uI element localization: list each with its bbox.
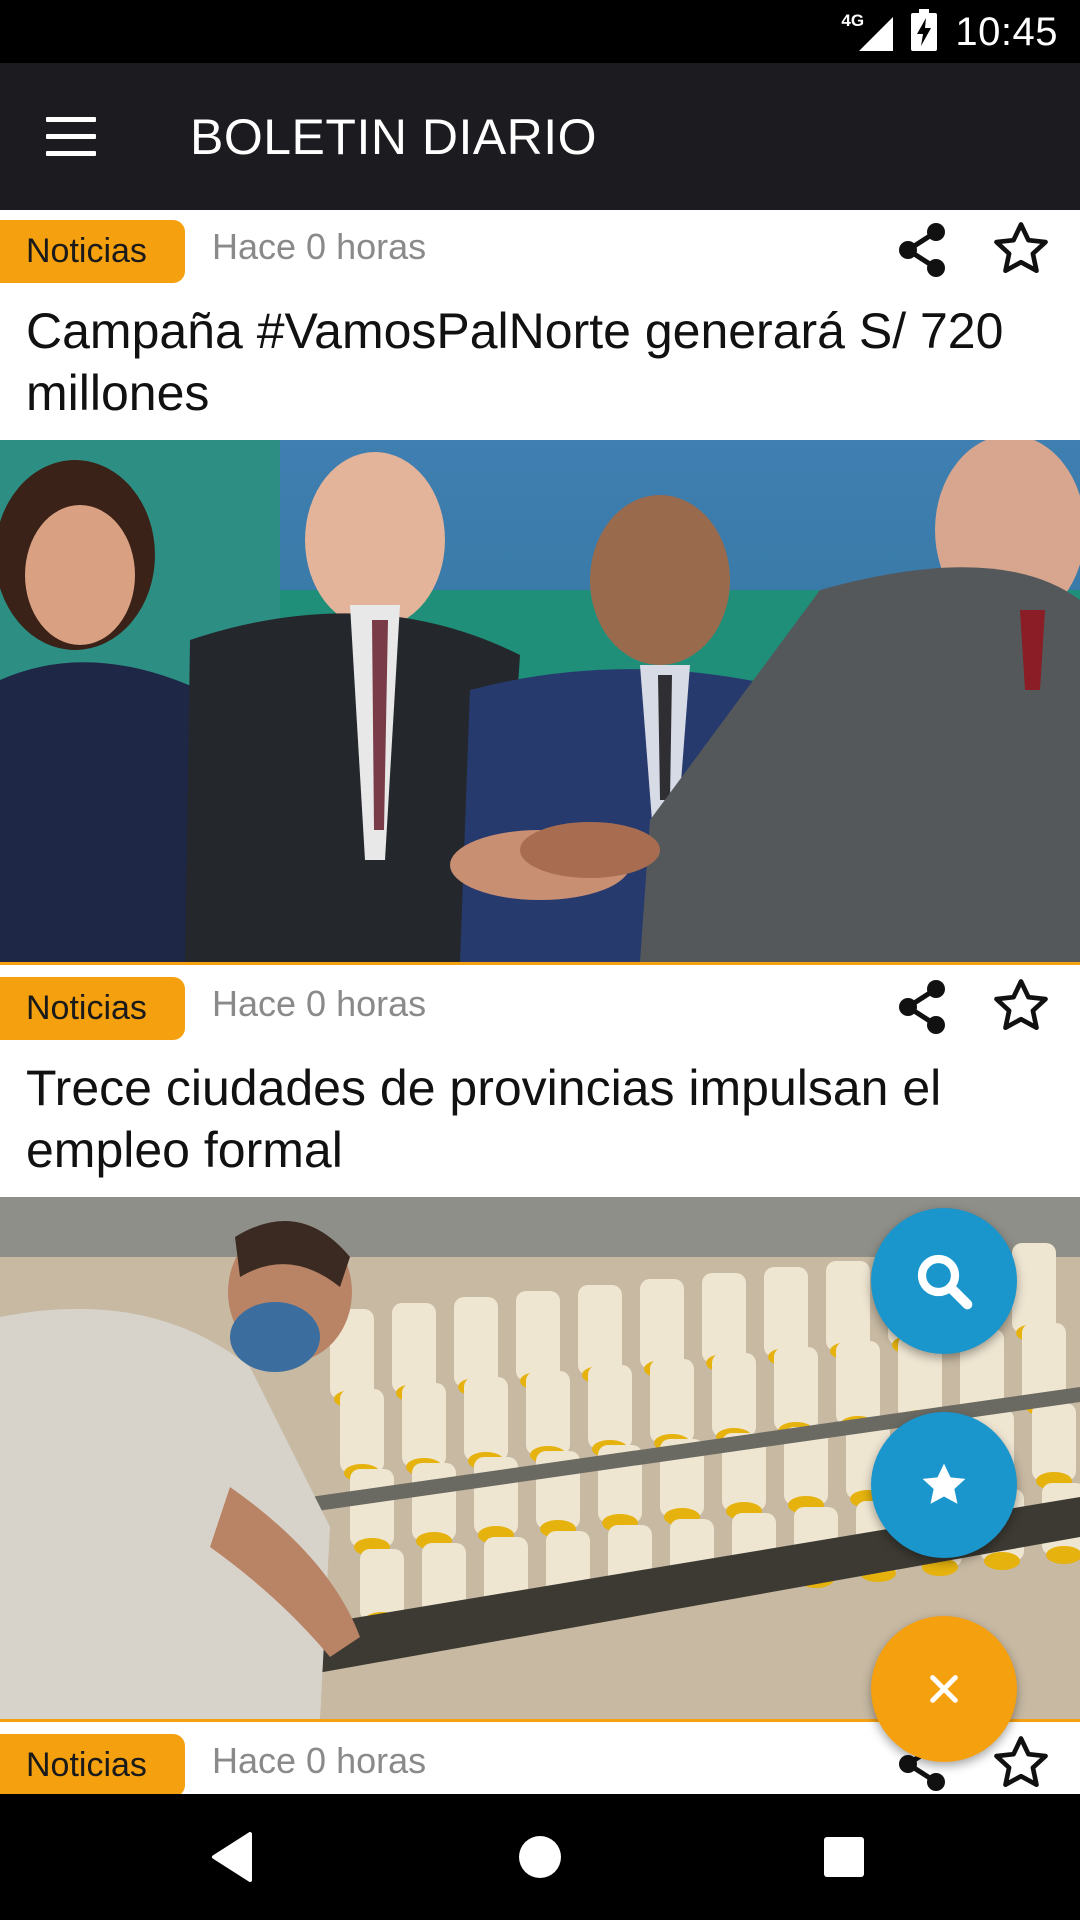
search-fab[interactable] bbox=[871, 1208, 1017, 1354]
time-ago: Hace 0 horas bbox=[212, 226, 427, 267]
recents-square-icon[interactable] bbox=[824, 1837, 864, 1877]
close-fab[interactable] bbox=[871, 1616, 1017, 1762]
article-meta: Noticias Hace 0 horas bbox=[0, 967, 1080, 1047]
hamburger-menu-icon[interactable] bbox=[46, 117, 98, 157]
article-card[interactable]: Noticias Hace 0 horas Campaña #VamosPalN… bbox=[0, 210, 1080, 965]
star-outline-icon[interactable] bbox=[990, 218, 1054, 282]
favorites-fab[interactable] bbox=[871, 1412, 1017, 1558]
news-feed[interactable]: Noticias Hace 0 horas Campaña #VamosPalN… bbox=[0, 210, 1080, 1794]
search-icon bbox=[917, 1254, 973, 1310]
article-meta: Noticias Hace 0 horas bbox=[0, 210, 1080, 290]
article-title[interactable]: Trece ciudades de provincias impulsan el… bbox=[0, 1047, 1080, 1197]
time-ago: Hace 0 horas bbox=[212, 1740, 427, 1781]
time-ago: Hace 0 horas bbox=[212, 983, 427, 1024]
close-icon bbox=[930, 1675, 958, 1703]
share-icon[interactable] bbox=[896, 222, 956, 282]
app-bar: BOLETIN DIARIO bbox=[0, 63, 1080, 210]
share-icon[interactable] bbox=[896, 979, 956, 1039]
article-image[interactable] bbox=[0, 440, 1080, 965]
back-triangle-icon[interactable] bbox=[210, 1832, 254, 1887]
battery-charging-icon bbox=[911, 8, 938, 56]
category-badge[interactable]: Noticias bbox=[0, 220, 185, 283]
status-bar: 4G 10:45 bbox=[0, 0, 1080, 63]
star-icon bbox=[922, 1463, 966, 1504]
star-outline-icon[interactable] bbox=[990, 975, 1054, 1039]
status-icons: 4G 10:45 bbox=[841, 8, 1058, 56]
app-title: BOLETIN DIARIO bbox=[190, 109, 598, 165]
category-badge[interactable]: Noticias bbox=[0, 1734, 185, 1794]
star-outline-icon[interactable] bbox=[990, 1732, 1054, 1794]
signal-icon: 4G bbox=[841, 9, 894, 55]
category-badge[interactable]: Noticias bbox=[0, 977, 185, 1040]
home-circle-icon[interactable] bbox=[519, 1836, 561, 1878]
status-time: 10:45 bbox=[955, 9, 1058, 54]
system-nav-bar bbox=[0, 1794, 1080, 1920]
article-title[interactable]: Campaña #VamosPalNorte generará S/ 720 m… bbox=[0, 290, 1080, 440]
